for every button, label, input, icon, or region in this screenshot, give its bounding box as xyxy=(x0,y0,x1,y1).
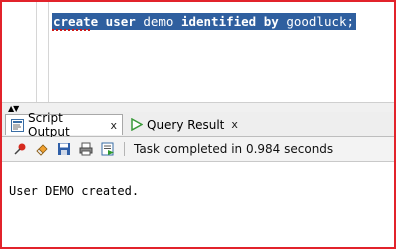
output-text: User DEMO created. xyxy=(9,184,140,198)
gutter-divider xyxy=(36,2,37,102)
eraser-icon[interactable] xyxy=(34,141,50,157)
tab-script-output[interactable]: Script Output x xyxy=(5,111,123,139)
output-tab-bar: Script Output x Query Result x xyxy=(2,111,394,139)
save-icon[interactable] xyxy=(56,141,72,157)
output-toolbar: Task completed in 0.984 seconds xyxy=(2,137,394,162)
close-icon[interactable]: x xyxy=(231,118,238,131)
status-message: Task completed in 0.984 seconds xyxy=(134,142,334,156)
script-output-icon xyxy=(11,118,24,132)
keyword-create-user: create user xyxy=(53,14,136,29)
selected-statement[interactable]: create user demo identified by goodluck; xyxy=(52,13,357,30)
identifier-username: demo xyxy=(135,14,181,29)
identifier-password: goodluck; xyxy=(278,14,355,29)
play-icon xyxy=(131,118,143,131)
margin-divider xyxy=(48,2,49,102)
tab-query-result-label: Query Result xyxy=(147,117,225,132)
script-output-pane[interactable]: User DEMO created. xyxy=(2,162,394,247)
code-line[interactable]: create user demo identified by goodluck; xyxy=(52,13,357,30)
run-script-icon[interactable] xyxy=(100,141,116,157)
pin-icon[interactable] xyxy=(12,141,28,157)
tab-query-result[interactable]: Query Result x xyxy=(125,114,243,135)
sql-editor[interactable]: create user demo identified by goodluck; xyxy=(2,2,394,102)
error-squiggle xyxy=(52,29,92,31)
window-frame: create user demo identified by goodluck;… xyxy=(0,0,396,249)
tab-script-output-label: Script Output xyxy=(28,111,70,139)
print-icon[interactable] xyxy=(78,141,94,157)
close-icon[interactable]: x xyxy=(110,119,117,132)
toolbar-separator xyxy=(124,142,125,156)
keyword-identified-by: identified by xyxy=(180,14,279,29)
